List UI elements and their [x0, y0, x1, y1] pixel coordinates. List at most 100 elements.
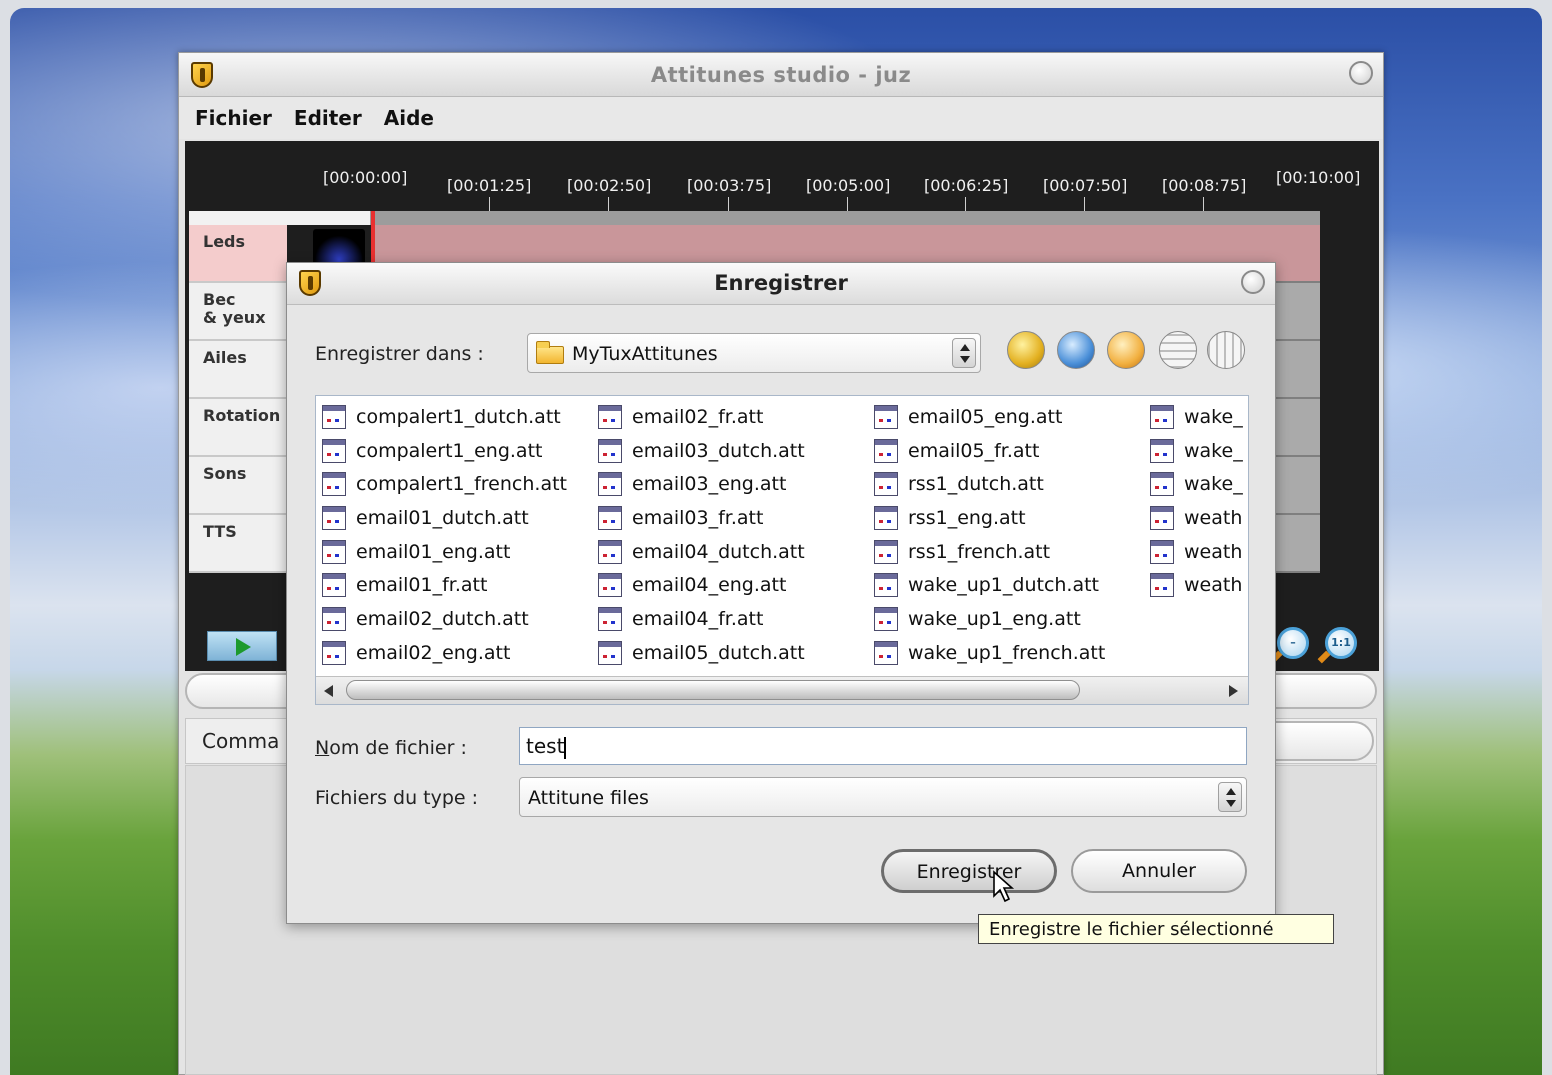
scroll-thumb[interactable]: [346, 680, 1080, 700]
command-label: Comma: [202, 729, 280, 753]
timeline-tick-label: [00:05:00]: [806, 176, 891, 195]
file-list-item[interactable]: email04_fr.att: [598, 602, 870, 636]
attitune-file-icon: [322, 404, 346, 429]
timeline-ruler[interactable]: [370, 211, 1320, 225]
attitune-file-icon: [874, 404, 898, 429]
attitune-file-icon: [598, 573, 622, 598]
file-list-item[interactable]: weath: [1150, 535, 1248, 569]
file-list[interactable]: compalert1_dutch.att compalert1_eng.att co…: [315, 395, 1249, 705]
file-list-item[interactable]: email03_dutch.att: [598, 434, 870, 468]
attitune-file-icon: [1150, 438, 1174, 463]
file-list-item[interactable]: email05_fr.att: [874, 434, 1146, 468]
attitune-file-icon: [598, 539, 622, 564]
ruler-tick: [1084, 197, 1085, 211]
track-label-text: Leds: [203, 232, 246, 251]
horizontal-scrollbar[interactable]: [316, 676, 1248, 704]
attitune-file-icon: [598, 505, 622, 530]
file-list-item[interactable]: compalert1_dutch.att: [322, 400, 594, 434]
file-list-item[interactable]: rss1_dutch.att: [874, 467, 1146, 501]
attitune-file-icon: [874, 573, 898, 598]
app-titlebar[interactable]: Attitunes studio - juz: [179, 53, 1383, 97]
file-list-item[interactable]: wake_: [1150, 467, 1248, 501]
file-list-item[interactable]: weath: [1150, 501, 1248, 535]
track-label-tts[interactable]: TTS: [189, 515, 287, 573]
ruler-tick: [608, 197, 609, 211]
file-column: compalert1_dutch.att compalert1_eng.att co…: [322, 400, 594, 670]
list-view-icon[interactable]: [1159, 331, 1197, 369]
file-name: email03_eng.att: [632, 473, 787, 496]
filetype-select[interactable]: Attitune files: [519, 777, 1247, 817]
play-button[interactable]: [207, 631, 277, 661]
menu-editer[interactable]: Editer: [294, 106, 362, 130]
menu-aide[interactable]: Aide: [384, 106, 434, 130]
file-list-item[interactable]: email04_dutch.att: [598, 535, 870, 569]
track-label-bec-yeux[interactable]: Bec & yeux: [189, 283, 287, 341]
save-button[interactable]: Enregistrer: [881, 849, 1057, 893]
track-label-sons[interactable]: Sons: [189, 457, 287, 515]
file-name: email01_eng.att: [356, 540, 511, 563]
menu-fichier[interactable]: Fichier: [195, 106, 272, 130]
filetype-value: Attitune files: [528, 787, 649, 809]
track-label-text: Ailes: [203, 348, 247, 367]
new-folder-icon[interactable]: [1107, 331, 1145, 369]
file-list-item[interactable]: email02_dutch.att: [322, 602, 594, 636]
file-name: email01_fr.att: [356, 574, 488, 597]
details-view-icon[interactable]: [1207, 331, 1245, 369]
file-list-item[interactable]: email03_eng.att: [598, 467, 870, 501]
file-list-item[interactable]: email05_dutch.att: [598, 636, 870, 670]
dialog-titlebar[interactable]: Enregistrer: [287, 263, 1275, 305]
track-label-leds[interactable]: Leds: [189, 225, 287, 283]
file-list-item[interactable]: email01_dutch.att: [322, 501, 594, 535]
file-name: wake_: [1184, 473, 1243, 496]
save-in-combo[interactable]: MyTuxAttitunes: [527, 333, 981, 373]
file-list-item[interactable]: email05_eng.att: [874, 400, 1146, 434]
file-name: rss1_french.att: [908, 540, 1051, 563]
file-list-item[interactable]: wake_: [1150, 400, 1248, 434]
file-list-item[interactable]: wake_up1_dutch.att: [874, 568, 1146, 602]
file-name: wake_up1_dutch.att: [908, 574, 1100, 597]
file-list-item[interactable]: email02_eng.att: [322, 636, 594, 670]
home-icon[interactable]: [1057, 331, 1095, 369]
scroll-left-arrow-icon[interactable]: [324, 685, 333, 697]
ruler-tick: [847, 197, 848, 211]
up-folder-icon[interactable]: [1007, 331, 1045, 369]
file-list-item[interactable]: compalert1_eng.att: [322, 434, 594, 468]
zoom-reset-icon[interactable]: 1:1: [1325, 627, 1357, 659]
file-list-item[interactable]: wake_up1_french.att: [874, 636, 1146, 670]
file-list-item[interactable]: wake_up1_eng.att: [874, 602, 1146, 636]
track-label-text: TTS: [203, 522, 237, 541]
timeline-tick-label: [00:07:50]: [1043, 176, 1128, 195]
zoom-out-icon[interactable]: –: [1277, 627, 1309, 659]
file-list-item[interactable]: compalert1_french.att: [322, 467, 594, 501]
file-name: email05_fr.att: [908, 439, 1040, 462]
file-list-item[interactable]: email04_eng.att: [598, 568, 870, 602]
save-dialog: Enregistrer Enregistrer dans : MyTuxAtti…: [286, 262, 1276, 924]
file-list-item[interactable]: rss1_eng.att: [874, 501, 1146, 535]
save-in-label: Enregistrer dans :: [315, 343, 484, 365]
timeline-tick-label: [00:01:25]: [447, 176, 532, 195]
attitune-file-icon: [322, 606, 346, 631]
scroll-right-arrow-icon[interactable]: [1229, 685, 1238, 697]
file-list-item[interactable]: email03_fr.att: [598, 501, 870, 535]
file-list-item[interactable]: weath: [1150, 568, 1248, 602]
app-close-button[interactable]: [1349, 61, 1373, 85]
track-label-rotation[interactable]: Rotation: [189, 399, 287, 457]
file-list-item[interactable]: wake_: [1150, 434, 1248, 468]
file-name: compalert1_dutch.att: [356, 405, 561, 428]
file-list-item[interactable]: email01_fr.att: [322, 568, 594, 602]
attitune-file-icon: [1150, 404, 1174, 429]
file-name: weath: [1184, 540, 1243, 563]
file-list-item[interactable]: email02_fr.att: [598, 400, 870, 434]
filename-input[interactable]: test: [519, 727, 1247, 765]
cancel-button[interactable]: Annuler: [1071, 849, 1247, 893]
attitune-file-icon: [322, 472, 346, 497]
select-arrows-icon: [1218, 782, 1242, 812]
timeline-tick-label: [00:06:25]: [924, 176, 1009, 195]
track-label-text: & yeux: [203, 308, 266, 327]
track-label-ailes[interactable]: Ailes: [189, 341, 287, 399]
file-name: email03_dutch.att: [632, 439, 805, 462]
file-list-item[interactable]: rss1_french.att: [874, 535, 1146, 569]
file-list-item[interactable]: email01_eng.att: [322, 535, 594, 569]
app-title: Attitunes studio - juz: [650, 63, 912, 87]
dialog-close-button[interactable]: [1241, 270, 1265, 294]
